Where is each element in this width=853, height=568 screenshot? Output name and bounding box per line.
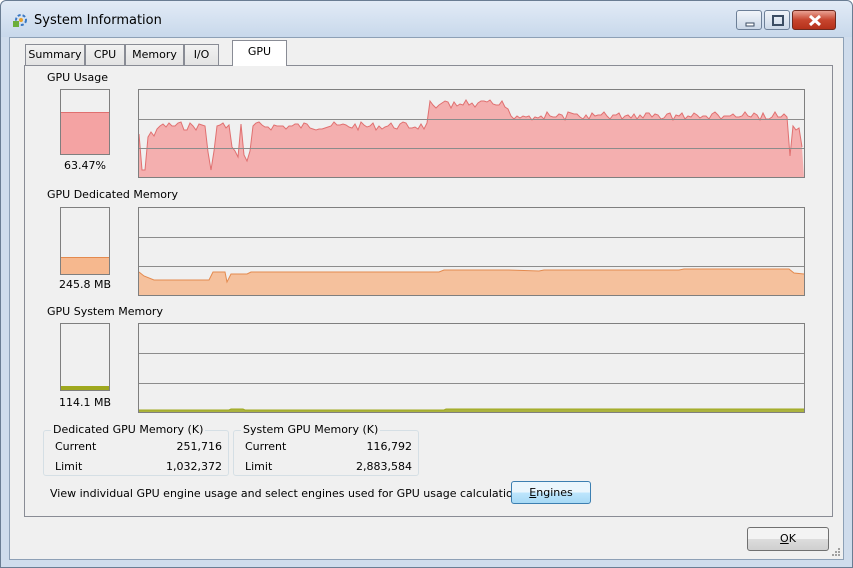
graph-area (139, 100, 804, 177)
title-bar[interactable]: System Information (1, 1, 852, 37)
minimize-icon (745, 22, 755, 27)
engines-button[interactable]: Engines (511, 481, 591, 504)
system-current-value: 116,792 (366, 440, 413, 453)
close-button[interactable] (792, 10, 836, 30)
gpu-usage-history-chart (138, 99, 804, 177)
system-information-window: System Information Summary CPU Memory I/… (0, 0, 853, 568)
ok-button[interactable]: OK (747, 527, 829, 551)
dedicated-gpu-memory-group-title: Dedicated GPU Memory (K) (51, 423, 206, 436)
dedicated-current-label: Current (55, 440, 97, 453)
tab-summary[interactable]: Summary (25, 44, 85, 65)
gpu-dedicated-memory-graph (138, 207, 805, 296)
maximize-button[interactable] (764, 10, 790, 30)
gpu-dedicated-memory-history-chart (138, 237, 805, 295)
gpu-tab-panel: GPU Usage 63.47% GPU Dedicated Memory 24… (24, 65, 833, 517)
engines-button-label: ngines (536, 486, 573, 499)
system-gpu-memory-group: System GPU Memory (K) Current 116,792 Li… (233, 423, 419, 476)
gpu-usage-label: GPU Usage (47, 71, 108, 84)
tab-io[interactable]: I/O (184, 44, 219, 65)
dedicated-limit-value: 1,032,372 (166, 460, 222, 473)
system-limit-value: 2,883,584 (356, 460, 412, 473)
gpu-system-memory-value: 114.1 MB (58, 396, 112, 409)
gpu-dedicated-memory-meter-fill (61, 257, 109, 274)
dedicated-current-value: 251,716 (176, 440, 223, 453)
gpu-system-memory-graph (138, 323, 805, 413)
gpu-usage-meter (60, 89, 110, 155)
system-current-label: Current (245, 440, 287, 453)
ok-button-label: K (788, 532, 796, 545)
system-gpu-memory-group-title: System GPU Memory (K) (241, 423, 381, 436)
gpu-usage-value: 63.47% (64, 159, 106, 172)
tab-memory[interactable]: Memory (125, 44, 184, 65)
close-icon (808, 14, 822, 27)
maximize-icon (772, 15, 784, 26)
resize-grip-icon[interactable] (831, 547, 841, 557)
minimize-button[interactable] (736, 10, 762, 30)
gpu-dedicated-memory-meter (60, 207, 110, 275)
window-title: System Information (34, 13, 162, 28)
dialog-client-area: Summary CPU Memory I/O GPU GPU Usage 63.… (9, 37, 844, 560)
gpu-dedicated-memory-value: 245.8 MB (58, 278, 112, 291)
gpu-usage-meter-fill (61, 112, 109, 154)
system-limit-label: Limit (245, 460, 273, 473)
gpu-dedicated-memory-label: GPU Dedicated Memory (47, 188, 179, 201)
tab-cpu[interactable]: CPU (85, 44, 125, 65)
gpu-system-memory-meter-fill (61, 386, 109, 390)
gpu-system-memory-label: GPU System Memory (47, 305, 163, 318)
gpu-usage-graph (138, 89, 805, 178)
app-icon (13, 14, 27, 27)
tab-gpu[interactable]: GPU (232, 40, 287, 66)
gpu-system-memory-history-chart (139, 353, 804, 412)
gpu-system-memory-meter (60, 323, 110, 391)
engines-description: View individual GPU engine usage and sel… (50, 487, 530, 500)
ok-button-accel: O (780, 532, 789, 545)
graph-area (139, 269, 804, 295)
dedicated-gpu-memory-group: Dedicated GPU Memory (K) Current 251,716… (43, 423, 229, 476)
dedicated-limit-label: Limit (55, 460, 83, 473)
